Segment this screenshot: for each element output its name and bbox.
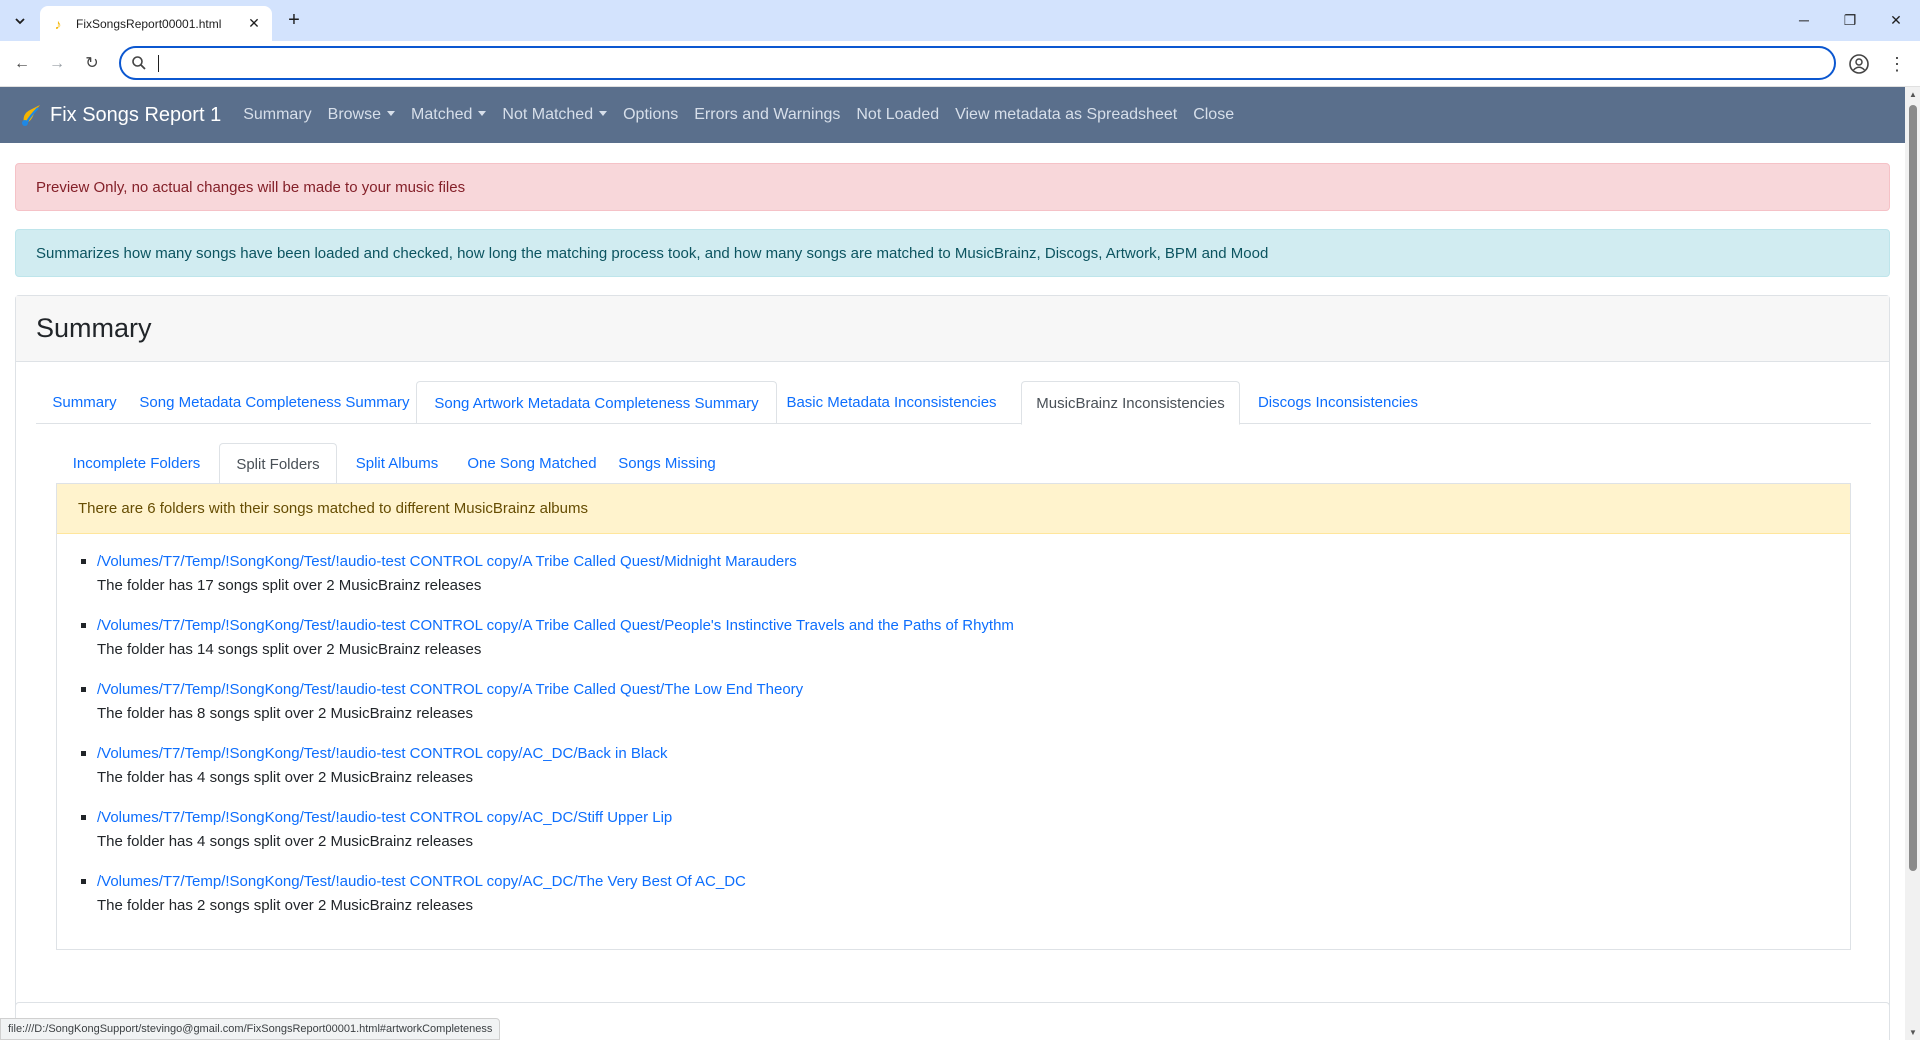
bullet-icon [81, 559, 86, 564]
address-bar[interactable] [119, 46, 1836, 80]
minimize-icon[interactable]: ─ [1790, 6, 1818, 34]
bullet-icon [81, 879, 86, 884]
nav-browse-label: Browse [327, 106, 382, 123]
folder-description: The folder has 14 songs split over 2 Mus… [97, 641, 482, 658]
folder-description: The folder has 4 songs split over 2 Musi… [97, 833, 474, 850]
card-title: Summary [16, 296, 1889, 362]
tab-basic-metadata-inconsistencies[interactable]: Basic Metadata Inconsistencies [777, 381, 1006, 424]
folder-description: The folder has 8 songs split over 2 Musi… [97, 705, 474, 722]
info-alert: Summarizes how many songs have been load… [15, 229, 1890, 277]
brand[interactable]: Fix Songs Report 1 [18, 102, 221, 128]
tab-musicbrainz-inconsistencies[interactable]: MusicBrainz Inconsistencies [1021, 381, 1240, 425]
subtab-songs-missing[interactable]: Songs Missing [609, 443, 725, 484]
address-input[interactable] [157, 52, 1797, 74]
nav-not-matched-label: Not Matched [502, 106, 594, 123]
music-note-icon: ♪ [54, 15, 62, 32]
folder-link[interactable]: /Volumes/T7/Temp/!SongKong/Test/!audio-t… [97, 744, 1014, 763]
chevron-down-icon [15, 18, 25, 25]
nav-browse[interactable]: Browse [327, 106, 396, 124]
list-item: /Volumes/T7/Temp/!SongKong/Test/!audio-t… [78, 872, 1014, 936]
nav-options[interactable]: Options [623, 106, 678, 124]
search-icon [132, 56, 146, 70]
folder-link[interactable]: /Volumes/T7/Temp/!SongKong/Test/!audio-t… [97, 552, 1014, 571]
tab-artwork-completeness[interactable]: Song Artwork Metadata Completeness Summa… [416, 381, 777, 424]
nav-spreadsheet[interactable]: View metadata as Spreadsheet [955, 106, 1177, 124]
nav-matched-label: Matched [411, 106, 473, 123]
new-tab-button[interactable]: + [282, 8, 306, 32]
tab-search-button[interactable] [8, 9, 32, 33]
folder-description: The folder has 2 songs split over 2 Musi… [97, 897, 474, 914]
split-folders-warning: There are 6 folders with their songs mat… [57, 484, 1850, 534]
bullet-icon [81, 815, 86, 820]
nav-summary[interactable]: Summary [243, 106, 311, 124]
folder-list: /Volumes/T7/Temp/!SongKong/Test/!audio-t… [78, 552, 1014, 936]
tab-song-metadata-completeness[interactable]: Song Metadata Completeness Summary [133, 381, 416, 424]
close-tab-icon[interactable]: ✕ [246, 15, 262, 31]
scroll-down-icon[interactable]: ▼ [1909, 1028, 1917, 1037]
folder-description: The folder has 4 songs split over 2 Musi… [97, 769, 474, 786]
subtab-split-albums[interactable]: Split Albums [339, 443, 455, 484]
summary-card: Summary Summary Song Metadata Completene… [15, 295, 1890, 1040]
caret-down-icon [478, 111, 487, 116]
page-scrollbar[interactable]: ▲ ▼ [1905, 87, 1920, 1040]
folder-link[interactable]: /Volumes/T7/Temp/!SongKong/Test/!audio-t… [97, 616, 1014, 635]
scroll-up-icon[interactable]: ▲ [1909, 90, 1917, 99]
text-caret [158, 55, 159, 72]
nav-not-loaded[interactable]: Not Loaded [856, 106, 939, 124]
profile-icon[interactable] [1848, 53, 1870, 75]
songkong-logo-icon [22, 105, 40, 126]
app-navbar: Fix Songs Report 1 Summary Browse Matche… [0, 87, 1905, 143]
bullet-icon [81, 687, 86, 692]
browser-tab-title: FixSongsReport00001.html [76, 16, 222, 31]
brand-title: Fix Songs Report 1 [50, 103, 222, 126]
browser-tab[interactable]: ♪ FixSongsReport00001.html ✕ [40, 6, 272, 41]
nav-not-matched[interactable]: Not Matched [502, 106, 608, 124]
subtab-incomplete-folders[interactable]: Incomplete Folders [56, 443, 217, 484]
nav-matched[interactable]: Matched [411, 106, 487, 124]
browser-toolbar: ← → ↻ ⋮ [0, 41, 1920, 87]
page-viewport: Fix Songs Report 1 Summary Browse Matche… [0, 87, 1905, 1040]
caret-down-icon [387, 111, 396, 116]
folder-link[interactable]: /Volumes/T7/Temp/!SongKong/Test/!audio-t… [97, 872, 1014, 891]
browser-tab-strip: ♪ FixSongsReport00001.html ✕ + ─ ❐ ✕ [0, 0, 1920, 41]
list-item: /Volumes/T7/Temp/!SongKong/Test/!audio-t… [78, 808, 1014, 872]
list-item: /Volumes/T7/Temp/!SongKong/Test/!audio-t… [78, 552, 1014, 616]
subtab-split-folders[interactable]: Split Folders [219, 443, 337, 485]
sub-tabs: Incomplete Folders Split Folders Split A… [56, 443, 1851, 485]
caret-down-icon [599, 111, 608, 116]
nav-close[interactable]: Close [1193, 106, 1234, 124]
more-menu-icon[interactable]: ⋮ [1886, 51, 1908, 77]
list-item: /Volumes/T7/Temp/!SongKong/Test/!audio-t… [78, 680, 1014, 744]
back-icon[interactable]: ← [9, 51, 35, 77]
nav-errors-warnings[interactable]: Errors and Warnings [694, 106, 840, 124]
bullet-icon [81, 751, 86, 756]
scrollbar-thumb[interactable] [1909, 105, 1917, 871]
reload-icon[interactable]: ↻ [79, 51, 105, 77]
folder-description: The folder has 17 songs split over 2 Mus… [97, 577, 482, 594]
subtab-one-song-matched[interactable]: One Song Matched [455, 443, 609, 484]
status-bar-url: file:///D:/SongKongSupport/stevingo@gmai… [0, 1018, 501, 1040]
forward-icon[interactable]: → [44, 51, 70, 77]
tab-summary[interactable]: Summary [36, 381, 133, 424]
list-item: /Volumes/T7/Temp/!SongKong/Test/!audio-t… [78, 744, 1014, 808]
list-item: /Volumes/T7/Temp/!SongKong/Test/!audio-t… [78, 616, 1014, 680]
bullet-icon [81, 623, 86, 628]
close-window-icon[interactable]: ✕ [1882, 6, 1910, 34]
restore-icon[interactable]: ❐ [1836, 6, 1864, 34]
split-folders-pane: There are 6 folders with their songs mat… [56, 483, 1851, 950]
preview-alert: Preview Only, no actual changes will be … [15, 163, 1890, 211]
folder-link[interactable]: /Volumes/T7/Temp/!SongKong/Test/!audio-t… [97, 808, 1014, 827]
main-tabs: Summary Song Metadata Completeness Summa… [36, 381, 1871, 425]
tab-discogs-inconsistencies[interactable]: Discogs Inconsistencies [1240, 381, 1436, 424]
folder-link[interactable]: /Volumes/T7/Temp/!SongKong/Test/!audio-t… [97, 680, 1014, 699]
